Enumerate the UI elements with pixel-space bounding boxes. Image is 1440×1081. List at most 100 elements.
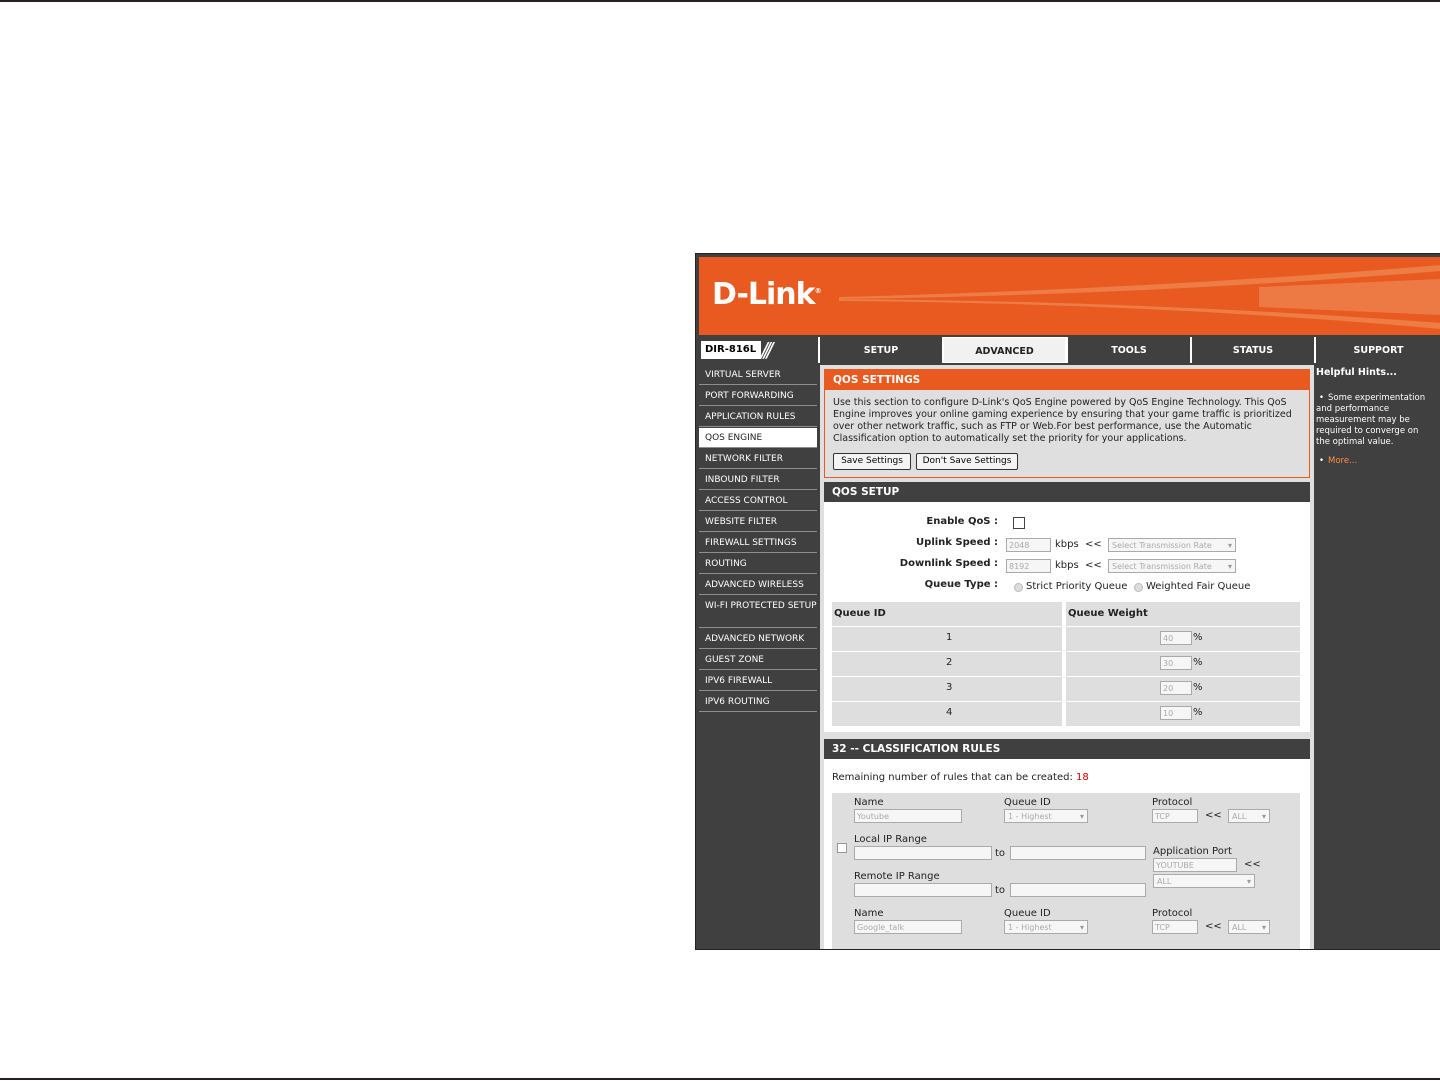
sidebar-item-ipv6-routing[interactable]: IPV6 ROUTING <box>699 692 817 712</box>
downlink-speed-label: Downlink Speed : <box>899 558 998 569</box>
rule-queue-label: Queue ID <box>1004 908 1051 919</box>
dlink-banner: D-Link® <box>699 257 1440 335</box>
classification-rules-list: Name Youtube Queue ID 1 - Highest Protoc… <box>832 793 1300 949</box>
dont-save-settings-button[interactable]: Don't Save Settings <box>916 453 1018 470</box>
queue-id-cell: 2 <box>946 657 953 668</box>
application-port-label: Application Port <box>1153 846 1232 857</box>
downlink-rate-select[interactable]: Select Transmission Rate <box>1108 559 1236 573</box>
uplink-rate-select[interactable]: Select Transmission Rate <box>1108 538 1236 552</box>
rule-name-input[interactable]: Google_talk <box>854 920 962 934</box>
rule-protocol-input[interactable]: TCP <box>1152 920 1198 934</box>
tab-setup[interactable]: SETUP <box>818 337 942 363</box>
dlink-logo: D-Link® <box>712 277 822 312</box>
model-badge: DIR-816L /// <box>699 337 817 363</box>
qos-settings-title: QOS SETTINGS <box>825 370 1309 390</box>
qos-settings-panel: QOS SETTINGS Use this section to configu… <box>824 369 1310 478</box>
sidebar-item-virtual-server[interactable]: VIRTUAL SERVER <box>699 365 817 385</box>
remote-ip-to-label: to <box>995 885 1006 896</box>
table-row: 3 20 % <box>832 677 1300 701</box>
queue-weight-input[interactable]: 30 <box>1160 656 1192 670</box>
application-port-input[interactable]: YOUTUBE <box>1153 858 1237 872</box>
model-label: DIR-816L <box>701 341 761 359</box>
sidebar-item-website-filter[interactable]: WEBSITE FILTER <box>699 512 817 532</box>
queue-weight-table: Queue ID Queue Weight 1 40 % 2 30 % 3 20… <box>832 602 1300 727</box>
classification-rules-panel: 32 -- CLASSIFICATION RULES Remaining num… <box>824 739 1310 949</box>
helpful-hints-text: Some experimentation and performance mea… <box>1316 393 1426 447</box>
local-ip-start-input[interactable] <box>854 846 992 860</box>
slashes-decoration: /// <box>761 338 773 362</box>
application-port-select[interactable]: ALL <box>1153 874 1255 888</box>
remaining-rules-label: Remaining number of rules that can be cr… <box>832 772 1073 783</box>
local-ip-end-input[interactable] <box>1010 846 1146 860</box>
queue-id-cell: 4 <box>946 707 953 718</box>
enable-qos-checkbox[interactable] <box>1013 517 1025 529</box>
remaining-rules-text: Remaining number of rules that can be cr… <box>832 772 1089 783</box>
rule-enable-checkbox[interactable] <box>837 843 847 853</box>
strict-priority-radio[interactable] <box>1014 583 1023 592</box>
qos-setup-title: QOS SETUP <box>824 482 1310 502</box>
strict-priority-label: Strict Priority Queue <box>1026 581 1128 592</box>
sidebar-item-wifi-protected-setup[interactable]: WI-FI PROTECTED SETUP <box>699 596 817 628</box>
helpful-hints-bullet: • Some experimentation and performance me… <box>1316 393 1426 447</box>
save-settings-button[interactable]: Save Settings <box>833 453 911 470</box>
rule-name-input[interactable]: Youtube <box>854 809 962 823</box>
sidebar-item-advanced-wireless[interactable]: ADVANCED WIRELESS <box>699 575 817 595</box>
queue-table-header: Queue ID Queue Weight <box>832 602 1300 626</box>
remote-ip-start-input[interactable] <box>854 883 992 897</box>
percent-sign: % <box>1193 657 1203 668</box>
sidebar-item-network-filter[interactable]: NETWORK FILTER <box>699 449 817 469</box>
local-ip-to-label: to <box>995 848 1006 859</box>
sidebar-item-routing[interactable]: ROUTING <box>699 554 817 574</box>
sidebar-item-access-control[interactable]: ACCESS CONTROL <box>699 491 817 511</box>
queue-weight-input[interactable]: 10 <box>1160 706 1192 720</box>
uplink-arrows: << <box>1085 539 1102 550</box>
tab-tools[interactable]: TOOLS <box>1066 337 1190 363</box>
page-top-rule <box>0 0 1440 2</box>
sidebar-item-firewall-settings[interactable]: FIREWALL SETTINGS <box>699 533 817 553</box>
rule-queue-select[interactable]: 1 - Highest <box>1004 920 1088 934</box>
sidebar-item-inbound-filter[interactable]: INBOUND FILTER <box>699 470 817 490</box>
rule-protocol-label: Protocol <box>1152 797 1193 808</box>
queue-weight-input[interactable]: 40 <box>1160 631 1192 645</box>
queue-type-label: Queue Type : <box>924 579 998 590</box>
more-hints-link[interactable]: • More... <box>1319 456 1357 466</box>
table-row: 4 10 % <box>832 702 1300 726</box>
downlink-unit: kbps <box>1055 560 1079 571</box>
rule-protocol-label: Protocol <box>1152 908 1193 919</box>
rule-protocol-select[interactable]: ALL <box>1228 809 1270 823</box>
sidebar-item-qos-engine[interactable]: QOS ENGINE <box>699 428 817 448</box>
sidebar: VIRTUAL SERVER PORT FORWARDING APPLICATI… <box>699 365 819 712</box>
uplink-speed-label: Uplink Speed : <box>916 537 998 548</box>
rule-queue-select[interactable]: 1 - Highest <box>1004 809 1088 823</box>
queue-weight-input[interactable]: 20 <box>1160 681 1192 695</box>
sidebar-item-guest-zone[interactable]: GUEST ZONE <box>699 650 817 670</box>
tab-advanced[interactable]: ADVANCED <box>942 337 1066 363</box>
remote-ip-range-label: Remote IP Range <box>854 871 940 882</box>
weighted-fair-radio[interactable] <box>1134 583 1143 592</box>
tab-support[interactable]: SUPPORT <box>1314 337 1440 363</box>
sidebar-item-advanced-network[interactable]: ADVANCED NETWORK <box>699 629 817 649</box>
sidebar-item-port-forwarding[interactable]: PORT FORWARDING <box>699 386 817 406</box>
rule-name-label: Name <box>854 908 884 919</box>
more-link-label[interactable]: More... <box>1328 456 1357 466</box>
sidebar-item-application-rules[interactable]: APPLICATION RULES <box>699 407 817 427</box>
local-ip-range-label: Local IP Range <box>854 834 927 845</box>
queue-weight-header: Queue Weight <box>1066 602 1300 626</box>
helpful-hints-title: Helpful Hints... <box>1316 367 1397 378</box>
tab-status[interactable]: STATUS <box>1190 337 1314 363</box>
remote-ip-end-input[interactable] <box>1010 883 1146 897</box>
table-row: 1 40 % <box>832 627 1300 651</box>
remaining-rules-count: 18 <box>1076 772 1089 783</box>
sidebar-item-ipv6-firewall[interactable]: IPV6 FIREWALL <box>699 671 817 691</box>
rule-protocol-arrows: << <box>1205 921 1222 932</box>
application-port-arrows: << <box>1244 859 1261 870</box>
helpful-hints-panel: Helpful Hints... • Some experimentation a… <box>1316 365 1438 949</box>
rule-protocol-select[interactable]: ALL <box>1228 920 1270 934</box>
page-bottom-rule <box>0 1078 1440 1080</box>
rule-protocol-arrows: << <box>1205 810 1222 821</box>
rule-protocol-input[interactable]: TCP <box>1152 809 1198 823</box>
uplink-speed-input[interactable]: 2048 <box>1006 538 1051 552</box>
downlink-speed-input[interactable]: 8192 <box>1006 559 1051 573</box>
table-row: 2 30 % <box>832 652 1300 676</box>
downlink-arrows: << <box>1085 560 1102 571</box>
